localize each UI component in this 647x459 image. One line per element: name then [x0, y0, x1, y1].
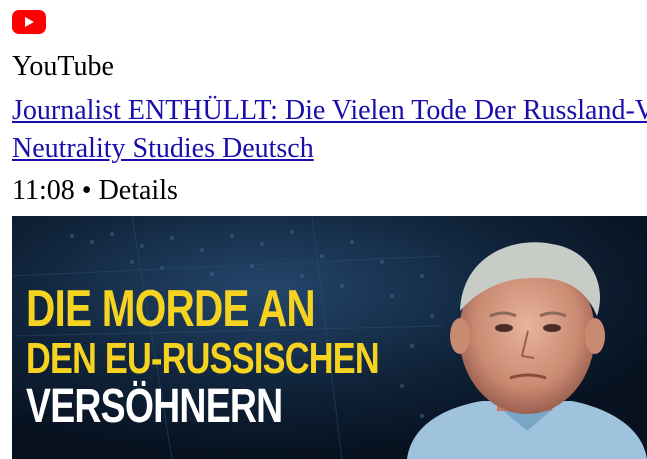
video-meta: 11:08 • Details	[12, 174, 647, 208]
channel-link[interactable]: Neutrality Studies Deutsch	[12, 133, 314, 164]
thumbnail-headline-line1: DIE MORDE AN	[26, 280, 316, 338]
youtube-play-icon	[12, 10, 46, 34]
source-name: YouTube	[12, 51, 114, 82]
video-duration: 11:08	[12, 175, 75, 206]
meta-separator: •	[81, 175, 92, 206]
details-label[interactable]: Details	[99, 175, 178, 206]
video-title-link[interactable]: Journalist ENTHÜLLT: Die Vielen Tode Der…	[12, 95, 647, 126]
thumbnail-headline-line3: VERSÖHNERN	[26, 380, 283, 433]
thumbnail-headline-line2: DEN EU-RUSSISCHEN	[26, 334, 380, 383]
video-thumbnail[interactable]: DIE MORDE AN DEN EU-RUSSISCHEN VERSÖHNER…	[12, 216, 647, 459]
